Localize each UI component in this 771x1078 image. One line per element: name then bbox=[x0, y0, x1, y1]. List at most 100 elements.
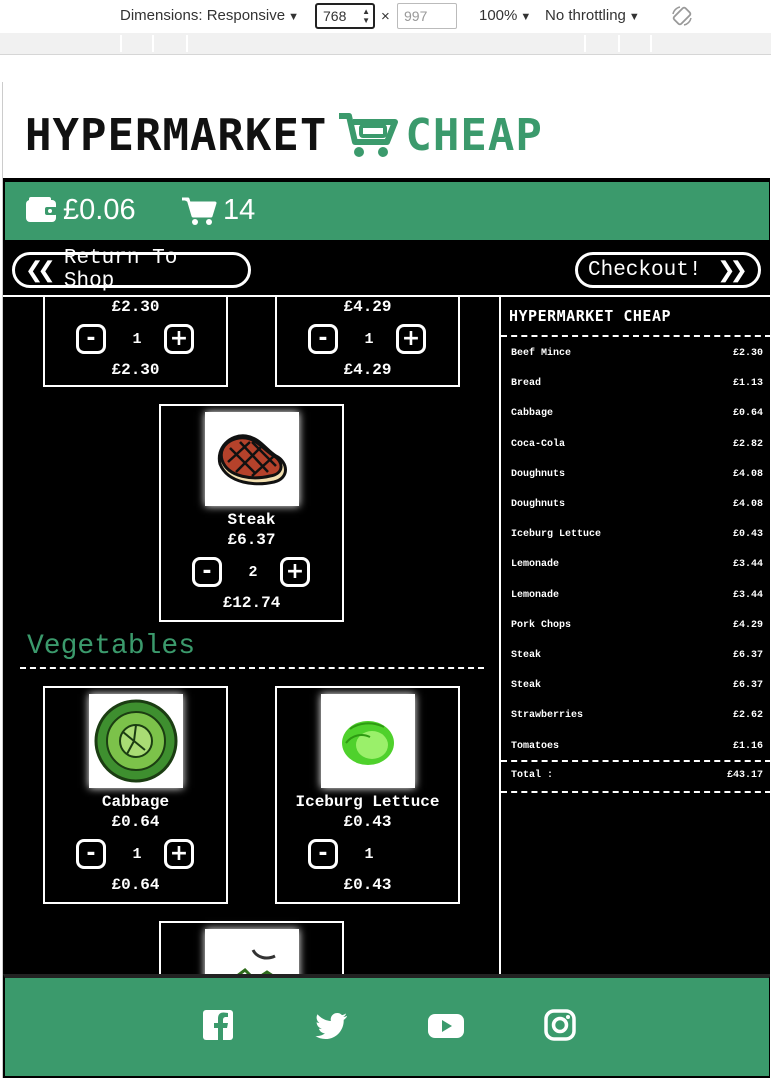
receipt-item-price: £4.29 bbox=[732, 619, 763, 631]
product-grid: £2.30 - 1 + £2.30 £4.29 - 1 + £4.29 Stea… bbox=[3, 297, 499, 974]
receipt-item-name: Steak bbox=[511, 650, 542, 661]
product-total: £4.29 bbox=[343, 361, 392, 379]
facebook-icon[interactable] bbox=[201, 1008, 235, 1042]
rotate-icon[interactable] bbox=[670, 4, 694, 28]
product-card: £2.30 - 1 + £2.30 bbox=[43, 297, 228, 387]
quantity-value: 2 bbox=[248, 564, 258, 581]
caret-down-icon: ▼ bbox=[628, 11, 640, 23]
width-input[interactable]: 768 ▲ ▼ bbox=[315, 3, 375, 29]
receipt-item-row: Bread £1.13 bbox=[511, 378, 763, 389]
receipt-item-row: Beef Mince £2.30 bbox=[511, 348, 763, 359]
quantity-stepper: - 1 + bbox=[45, 322, 226, 358]
receipt-item-name: Lemonade bbox=[511, 589, 560, 601]
receipt-item-price: £6.37 bbox=[732, 650, 763, 661]
receipt-item-price: £1.16 bbox=[732, 740, 763, 752]
increase-quantity-button[interactable]: + bbox=[396, 324, 426, 354]
product-card: £4.29 - 1 + £4.29 bbox=[275, 297, 460, 387]
decrease-quantity-button[interactable]: - bbox=[308, 324, 338, 354]
twitter-icon[interactable] bbox=[315, 1008, 349, 1042]
receipt-divider bbox=[501, 760, 770, 762]
steak-icon bbox=[217, 434, 287, 486]
product-image[interactable] bbox=[88, 694, 183, 788]
product-price: £0.64 bbox=[111, 813, 160, 831]
cabbage-icon bbox=[94, 699, 177, 783]
lettuce-icon bbox=[341, 721, 394, 765]
receipt-item-price: £4.08 bbox=[732, 499, 763, 510]
receipt-item-price: £3.44 bbox=[732, 589, 763, 601]
receipt-item-row: Coca-Cola £2.82 bbox=[511, 439, 763, 450]
receipt-item-name: Bread bbox=[511, 378, 542, 390]
receipt-item-row: Cabbage £0.64 bbox=[511, 408, 763, 419]
zoom-dropdown[interactable]: 100% ▼ bbox=[479, 7, 531, 24]
height-input[interactable]: 997 bbox=[397, 3, 457, 29]
width-value: 768 bbox=[323, 8, 347, 24]
quantity-stepper: - 1 + bbox=[45, 837, 226, 873]
increase-quantity-button[interactable]: + bbox=[164, 839, 194, 869]
instagram-icon[interactable] bbox=[543, 1008, 577, 1042]
increase-quantity-button[interactable]: + bbox=[280, 557, 310, 587]
quantity-stepper: - 1 + bbox=[277, 322, 458, 358]
receipt-item-row: Iceburg Lettuce £0.43 bbox=[511, 529, 763, 540]
receipt-item-row: Doughnuts £4.08 bbox=[511, 469, 763, 480]
receipt-item-name: Pork Chops bbox=[511, 619, 572, 631]
decrease-quantity-button[interactable]: - bbox=[76, 324, 106, 354]
product-name: Iceburg Lettuce bbox=[295, 793, 440, 811]
receipt-item-row: Steak £6.37 bbox=[511, 650, 763, 661]
receipt-total-label: Total : bbox=[511, 770, 554, 781]
youtube-icon[interactable] bbox=[427, 1008, 465, 1042]
product-image[interactable] bbox=[204, 929, 299, 974]
category-divider bbox=[20, 667, 484, 669]
decrease-quantity-button[interactable]: - bbox=[308, 839, 338, 869]
product-total: £2.30 bbox=[111, 361, 160, 379]
product-price: £0.43 bbox=[343, 813, 392, 831]
receipt-item-name: Cabbage bbox=[511, 408, 554, 420]
receipt-item-price: £2.30 bbox=[732, 348, 763, 359]
decrease-quantity-button[interactable]: - bbox=[192, 557, 222, 587]
product-total: £0.64 bbox=[111, 876, 160, 894]
receipt-item-name: Steak bbox=[511, 680, 542, 692]
receipt-item-row: Tomatoes £1.16 bbox=[511, 741, 763, 752]
navigation-row: ❮❮ Return To Shop Checkout! ❯❯ bbox=[3, 242, 770, 297]
product-image[interactable] bbox=[320, 694, 415, 788]
receipt-item-name: Beef Mince bbox=[511, 348, 572, 359]
wallet-balance: £0.06 bbox=[63, 194, 136, 226]
double-chevron-left-icon: ❮❮ bbox=[25, 257, 56, 283]
site-logo[interactable]: HYPERMARKET CHEAP bbox=[25, 109, 543, 161]
receipt-item-price: £0.64 bbox=[732, 408, 763, 420]
decrease-quantity-button[interactable]: - bbox=[76, 839, 106, 869]
receipt-item-name: Iceburg Lettuce bbox=[511, 529, 602, 541]
logo-text-cheap: CHEAP bbox=[405, 109, 543, 161]
logo-text-hypermarket: HYPERMARKET bbox=[25, 109, 328, 161]
increase-quantity-button[interactable]: + bbox=[164, 324, 194, 354]
shopping-cart-icon[interactable] bbox=[181, 196, 217, 226]
quantity-value: 1 bbox=[132, 331, 142, 348]
receipt-total-value: £43.17 bbox=[726, 770, 763, 781]
receipt-item-row: Pork Chops £4.29 bbox=[511, 620, 763, 631]
return-to-shop-button[interactable]: ❮❮ Return To Shop bbox=[12, 247, 251, 293]
brand-header: HYPERMARKET CHEAP bbox=[3, 82, 770, 180]
throttling-label: No throttling bbox=[545, 7, 626, 24]
media-query-ruler bbox=[0, 33, 771, 55]
receipt-item-price: £6.37 bbox=[732, 680, 763, 692]
zoom-label: 100% bbox=[479, 7, 518, 24]
receipt-item-row: Doughnuts £4.08 bbox=[511, 499, 763, 510]
dimensions-dropdown[interactable]: Dimensions: Responsive ▼ bbox=[120, 7, 299, 24]
receipt-divider bbox=[501, 335, 770, 337]
height-placeholder: 997 bbox=[404, 8, 428, 24]
receipt-logo: HYPERMARKET CHEAP bbox=[509, 307, 672, 325]
cart-logo-icon bbox=[339, 113, 399, 157]
product-total: £0.43 bbox=[343, 876, 392, 894]
quantity-stepper: - 2 + bbox=[161, 555, 342, 591]
product-image[interactable] bbox=[204, 412, 299, 506]
throttling-dropdown[interactable]: No throttling ▼ bbox=[545, 7, 640, 24]
product-card-steak: Steak £6.37 - 2 + £12.74 bbox=[159, 404, 344, 622]
devtools-toolbar: Dimensions: Responsive ▼ 768 ▲ ▼ × 997 100%… bbox=[0, 0, 771, 33]
receipt-total-row: Total : £43.17 bbox=[511, 770, 763, 781]
caret-down-icon: ▼ bbox=[288, 11, 299, 23]
spinner-icon[interactable]: ▲ ▼ bbox=[362, 7, 370, 25]
checkout-button[interactable]: Checkout! ❯❯ bbox=[575, 252, 761, 288]
receipt-divider bbox=[501, 791, 770, 793]
receipt-item-price: £3.44 bbox=[732, 559, 763, 571]
dimensions-label: Dimensions: Responsive bbox=[120, 7, 286, 24]
receipt-item-price: £0.43 bbox=[732, 529, 763, 541]
